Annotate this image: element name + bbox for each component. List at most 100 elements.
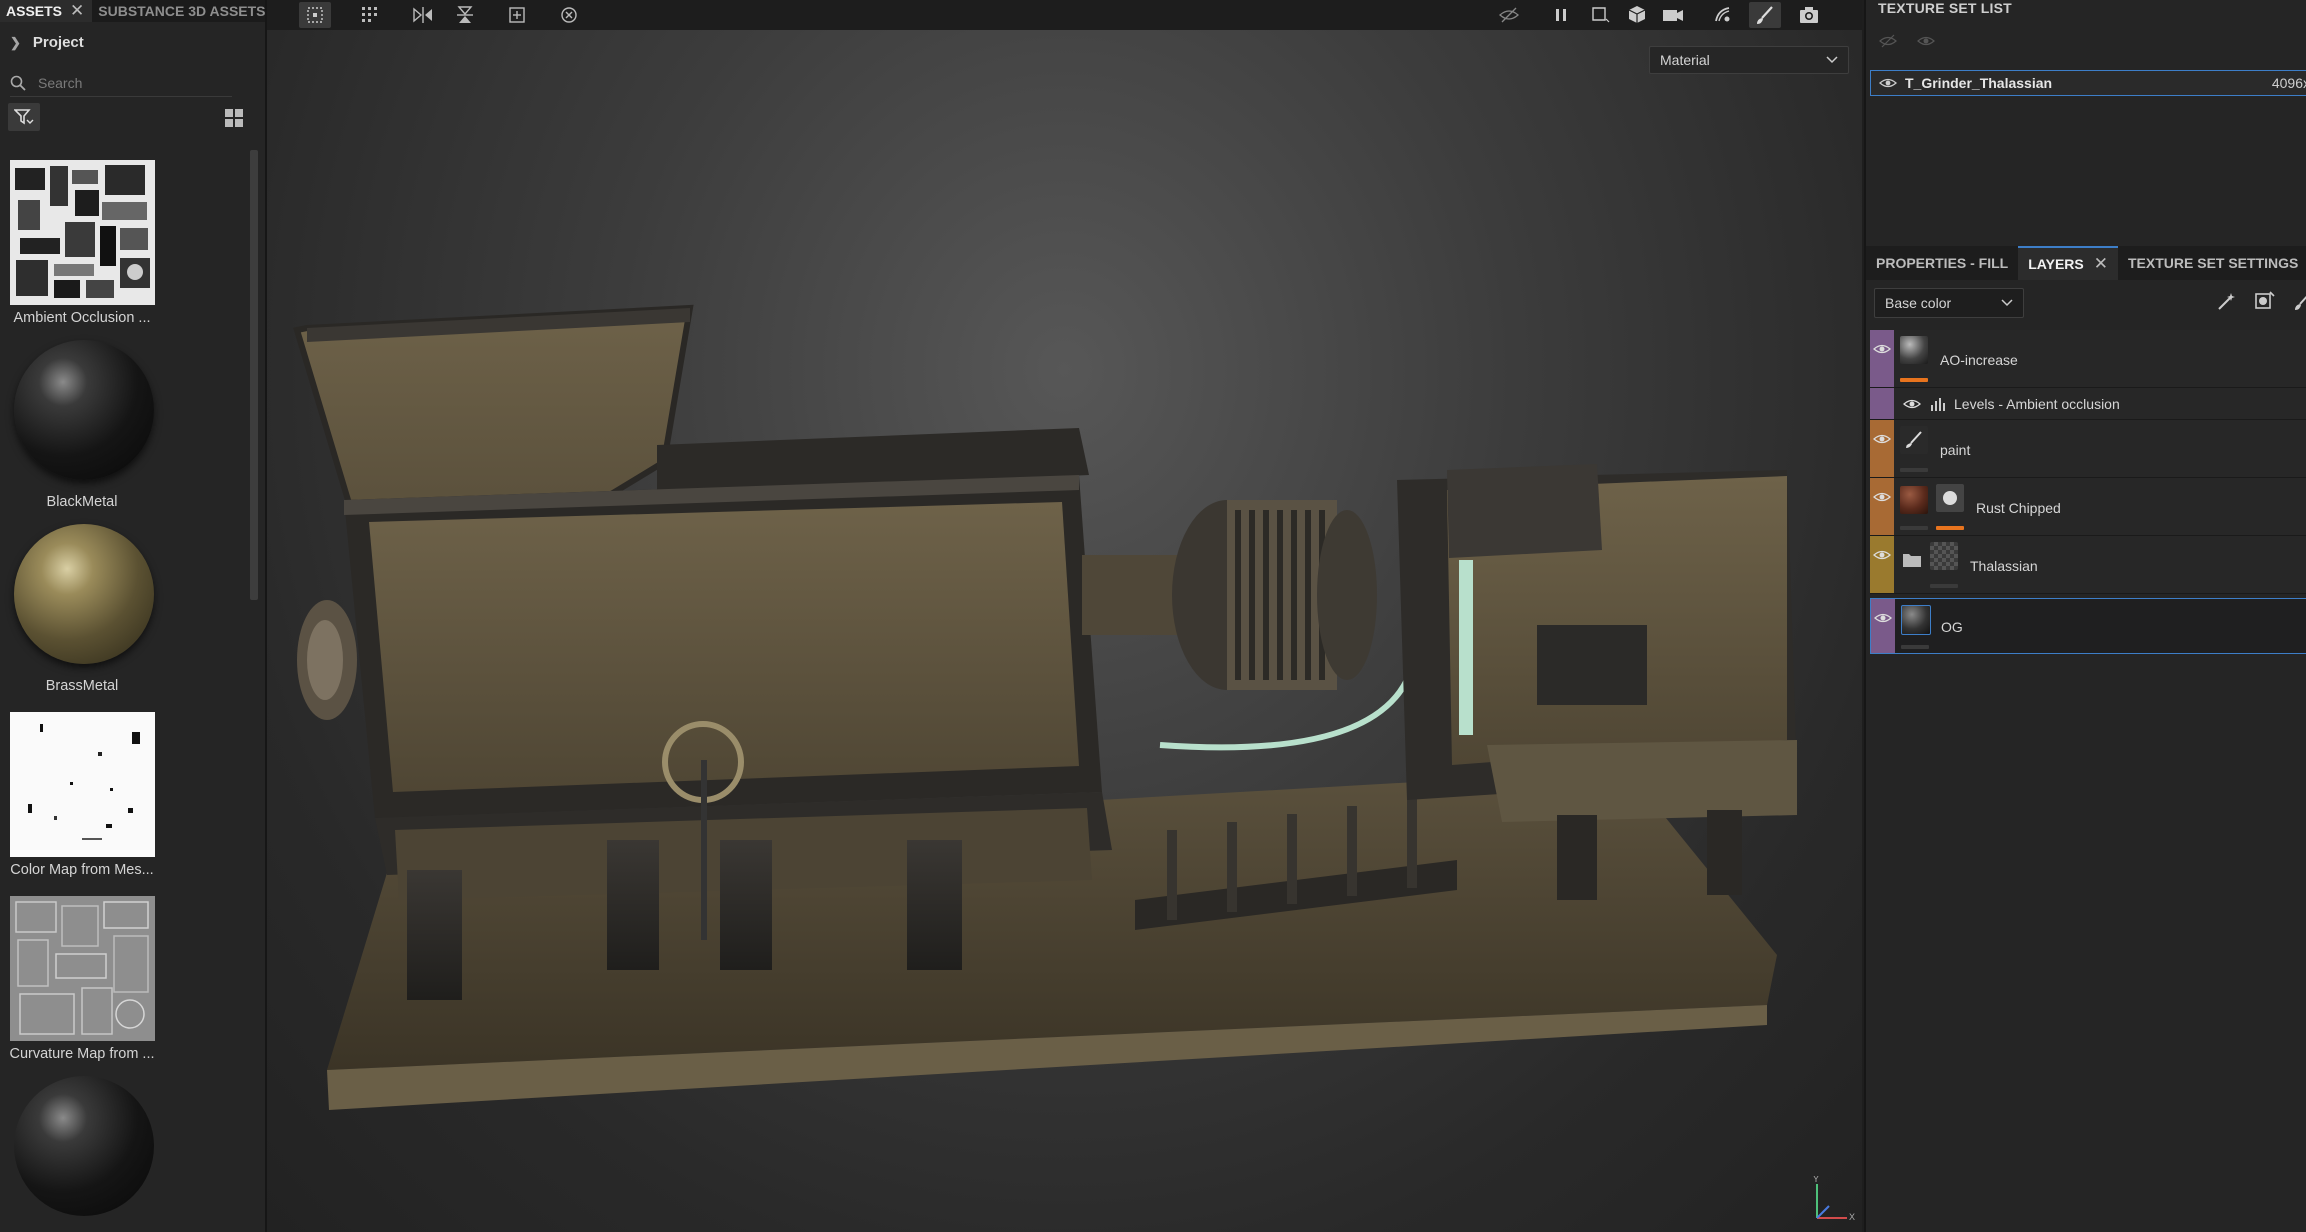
3d-viewport[interactable]: Material Y X <box>267 0 1862 1232</box>
asset-list-scrollbar[interactable] <box>250 150 258 600</box>
eye-icon[interactable] <box>1873 611 1893 625</box>
brass-metal-sphere-thumbnail <box>14 524 154 664</box>
tab-substance-3d-assets[interactable]: SUBSTANCE 3D ASSETS <box>92 0 273 22</box>
layer-row[interactable]: Rust Chipped <box>1870 478 2306 536</box>
asset-item-blackmetal[interactable]: BlackMetal <box>0 334 246 510</box>
layer-color-tag <box>1870 536 1894 593</box>
layers-tab-bar: PROPERTIES - FILL LAYERS ✕ TEXTURE SET S… <box>1866 246 2306 280</box>
asset-label: BrassMetal <box>45 678 119 694</box>
layer-name: paint <box>1940 442 1971 458</box>
assets-tab-bar: ASSETS ✕ SUBSTANCE 3D ASSETS <box>0 0 266 22</box>
layer-row[interactable]: AO-increase <box>1870 330 2306 388</box>
chevron-right-icon[interactable]: ❯ <box>10 35 21 51</box>
ao-map-thumbnail <box>10 160 155 305</box>
layer-color-tag <box>1870 478 1894 535</box>
texture-set-list-title: TEXTURE SET LIST <box>1878 0 2012 16</box>
levels-icon <box>1931 398 1945 411</box>
folder-icon <box>1903 554 1921 567</box>
tab-properties-fill[interactable]: PROPERTIES - FILL <box>1866 246 2018 280</box>
layer-row-selected[interactable]: OG <box>1870 598 2306 654</box>
black-metal-sphere-thumbnail <box>14 340 154 480</box>
curvature-map-thumbnail <box>10 896 155 1041</box>
axis-x-label: X <box>1849 1212 1855 1222</box>
search-icon <box>10 75 26 91</box>
eye-icon[interactable] <box>1872 342 1892 356</box>
eye-icon[interactable] <box>1872 548 1892 562</box>
layer-color-tag <box>1870 420 1894 477</box>
tab-properties-label: PROPERTIES - FILL <box>1876 255 2009 271</box>
layer-channel-value: Base color <box>1885 295 1952 311</box>
texture-set-list-toolbar <box>1878 34 1936 48</box>
paint-brush-icon <box>1906 431 1922 448</box>
project-label: Project <box>32 34 84 51</box>
folder-mask-thumbnail[interactable] <box>1930 542 1958 570</box>
project-tree-item[interactable]: ❯ Project <box>10 34 84 51</box>
layer-name: OG <box>1941 619 1963 635</box>
tab-texture-set-settings[interactable]: TEXTURE SET SETTINGS <box>2118 246 2306 280</box>
filter-button[interactable] <box>8 103 40 131</box>
black-metal-sphere-thumbnail <box>14 1076 154 1216</box>
right-panel: TEXTURE SET LIST T_Grinder_Thalassian 40… <box>1864 0 2306 1232</box>
asset-item-color-map[interactable]: Color Map from Mes... <box>0 702 246 878</box>
layer-thumbnail <box>1900 336 1928 364</box>
tab-texture-set-settings-label: TEXTURE SET SETTINGS <box>2128 255 2299 271</box>
chevron-down-icon <box>2001 299 2013 307</box>
assets-panel: ASSETS ✕ SUBSTANCE 3D ASSETS ❯ Project S… <box>0 0 267 1232</box>
asset-item-brassmetal[interactable]: BrassMetal <box>0 518 246 694</box>
layer-color-tag <box>1871 599 1895 653</box>
texture-set-resolution: 4096x <box>2271 75 2306 91</box>
search-input[interactable] <box>38 75 218 91</box>
asset-label: Ambient Occlusion ... <box>13 310 151 326</box>
layer-toolbar <box>2216 290 2306 312</box>
layer-thumbnail <box>1901 605 1931 635</box>
close-icon[interactable]: ✕ <box>70 2 84 19</box>
layer-opacity-bar <box>1900 526 1928 530</box>
layer-thumbnail <box>1900 486 1928 514</box>
asset-label: BlackMetal <box>46 494 118 510</box>
add-mask-icon[interactable] <box>2254 290 2276 312</box>
tab-substance-label: SUBSTANCE 3D ASSETS <box>98 3 266 19</box>
texture-set-row[interactable]: T_Grinder_Thalassian 4096x <box>1870 70 2306 96</box>
asset-label: Curvature Map from ... <box>9 1046 155 1062</box>
eye-icon[interactable] <box>1872 490 1892 504</box>
tab-layers-label: LAYERS <box>2028 256 2084 272</box>
eye-icon[interactable] <box>1879 77 1897 89</box>
asset-search <box>10 70 232 97</box>
layer-effect-row[interactable]: Levels - Ambient occlusion <box>1870 388 2306 420</box>
layer-row[interactable]: paint <box>1870 420 2306 478</box>
mask-opacity-bar <box>1936 526 1964 530</box>
show-all-icon[interactable] <box>1916 34 1936 48</box>
grinder-3d-model <box>293 304 1797 1110</box>
tab-assets[interactable]: ASSETS ✕ <box>0 0 93 22</box>
layer-channel-select[interactable]: Base color <box>1874 288 2024 318</box>
layer-folder-row[interactable]: Thalassian <box>1870 536 2306 594</box>
add-paint-layer-icon[interactable] <box>2292 290 2306 312</box>
tab-layers[interactable]: LAYERS ✕ <box>2018 246 2118 280</box>
eye-icon[interactable] <box>1872 432 1892 446</box>
axis-gizmo: Y X <box>1807 1174 1857 1231</box>
grid-view-button[interactable] <box>222 106 246 130</box>
layer-opacity-bar <box>1901 645 1929 649</box>
layer-name: Levels - Ambient occlusion <box>1954 396 2120 412</box>
layer-name: Rust Chipped <box>1976 500 2061 516</box>
layer-name: AO-increase <box>1940 352 2018 368</box>
tab-assets-label: ASSETS <box>6 3 63 19</box>
magic-wand-icon[interactable] <box>2216 290 2238 312</box>
close-icon[interactable]: ✕ <box>2094 254 2108 274</box>
paint-layer-thumbnail <box>1900 426 1928 454</box>
mask-icon <box>1943 491 1957 505</box>
filter-icon <box>14 109 34 125</box>
axis-y-label: Y <box>1813 1176 1819 1184</box>
layer-mask-thumbnail[interactable] <box>1936 484 1964 512</box>
asset-list: Ambient Occlusion ... BlackMetal BrassMe… <box>0 150 246 1232</box>
asset-item-black-sphere[interactable] <box>0 1070 246 1232</box>
layer-opacity-bar <box>1900 378 1928 382</box>
asset-item-ambient-occlusion[interactable]: Ambient Occlusion ... <box>0 150 246 326</box>
layer-name: Thalassian <box>1970 558 2038 574</box>
layer-opacity-bar <box>1930 584 1958 588</box>
axis-gizmo-icon: Y X <box>1813 1174 1855 1222</box>
texture-set-name: T_Grinder_Thalassian <box>1905 75 2053 91</box>
hide-all-icon[interactable] <box>1878 34 1898 48</box>
asset-item-curvature-map[interactable]: Curvature Map from ... <box>0 886 246 1062</box>
eye-icon[interactable] <box>1902 397 1922 411</box>
